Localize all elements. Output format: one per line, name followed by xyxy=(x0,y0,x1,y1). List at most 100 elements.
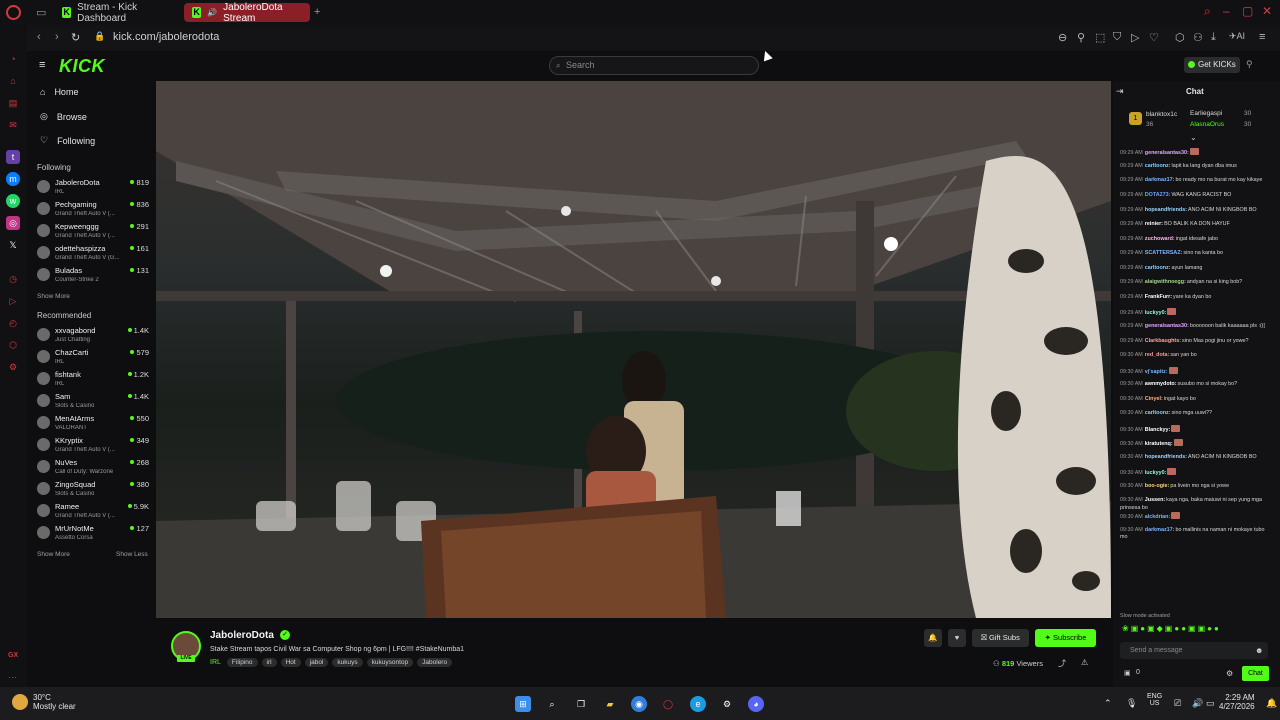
more-icon[interactable]: ··· xyxy=(8,672,17,682)
file-explorer-icon[interactable]: ▰ xyxy=(602,696,618,712)
tray-chevron-icon[interactable]: ⌃ xyxy=(1104,698,1112,709)
collapse-chat-icon[interactable]: ⇥ xyxy=(1116,86,1124,97)
chat-username[interactable]: Blanckyy: xyxy=(1145,427,1170,433)
play-icon[interactable]: ▷ xyxy=(1131,31,1139,44)
channel-item[interactable]: Ramee Grand Theft Auto V (... 5.9K xyxy=(37,502,149,522)
profile-avatar-icon[interactable]: ⚲ xyxy=(1246,59,1253,70)
heart-bookmark-icon[interactable]: ♡ xyxy=(1149,31,1159,44)
maximize-button[interactable]: ▢ xyxy=(1242,4,1253,18)
battery-icon[interactable]: ▭ xyxy=(1206,698,1215,709)
shield-icon[interactable]: ⛉ xyxy=(1113,31,1121,44)
profile-icon[interactable]: ⚇ xyxy=(1193,31,1203,44)
chat-username[interactable]: DOTA273: xyxy=(1145,192,1171,198)
notification-bell-button[interactable]: 🔔 xyxy=(924,629,942,647)
whatsapp-icon[interactable]: w xyxy=(6,194,20,208)
chat-username[interactable]: vj'sapitz: xyxy=(1145,369,1168,375)
snapshot-icon[interactable]: ⬚ xyxy=(1095,31,1105,44)
instagram-icon[interactable]: ◎ xyxy=(6,216,20,230)
speed-dial-icon[interactable]: ◔ xyxy=(6,52,20,66)
channel-item[interactable]: MenAtArms VALORANT 550 xyxy=(37,414,149,434)
gx-corner-icon[interactable]: ⌂ xyxy=(6,74,20,88)
channel-item[interactable]: NuVes Call of Duty: Warzone 268 xyxy=(37,458,149,478)
zoom-icon[interactable]: ⊖ xyxy=(1058,31,1067,44)
show-less-link[interactable]: Show Less xyxy=(116,551,148,558)
search-taskbar-icon[interactable]: ⌕ xyxy=(544,696,560,712)
menu-icon[interactable]: ≡ xyxy=(1259,31,1265,43)
task-view-icon[interactable]: ❐ xyxy=(573,696,589,712)
steam-icon[interactable]: ⚙ xyxy=(719,696,735,712)
url-field[interactable]: kick.com/jabolerodota xyxy=(113,31,219,43)
gift-subs-button[interactable]: ⛝ Gift Subs xyxy=(972,629,1029,647)
chat-username[interactable]: Clarkbaughts: xyxy=(1145,338,1181,344)
chat-username[interactable]: alckdrian: xyxy=(1145,514,1170,520)
discord-icon[interactable]: ◕ xyxy=(748,696,764,712)
weather-widget[interactable]: 30°C Mostly clear xyxy=(33,693,76,711)
chat-username[interactable]: reinier: xyxy=(1145,221,1163,227)
chat-username[interactable]: darkmaz17: xyxy=(1145,527,1175,533)
channel-item[interactable]: ZingoSquad Slots & Casino 380 xyxy=(37,480,149,500)
follow-heart-button[interactable]: ♥ xyxy=(948,629,966,647)
chat-username[interactable]: FrankFurr: xyxy=(1145,294,1172,300)
hamburger-menu-icon[interactable]: ≡ xyxy=(39,59,45,71)
channel-item[interactable]: Sam Slots & Casino 1.4K xyxy=(37,392,149,412)
minimize-button[interactable]: – xyxy=(1223,4,1230,18)
edge-icon[interactable]: e xyxy=(690,696,706,712)
back-button[interactable]: ‹ xyxy=(37,31,41,43)
forward-button[interactable]: › xyxy=(55,31,59,43)
tag-chip[interactable]: jabol xyxy=(304,658,329,667)
language-indicator[interactable]: ENG US xyxy=(1147,693,1162,707)
x-twitter-icon[interactable]: 𝕏 xyxy=(6,238,20,252)
chat-username[interactable]: carltoonz: xyxy=(1145,410,1171,416)
chat-username[interactable]: awnmydoto: xyxy=(1145,381,1177,387)
chat-message-input[interactable]: Send a message xyxy=(1120,642,1268,659)
new-tab-button[interactable]: + xyxy=(314,6,320,18)
chat-username[interactable]: hopeandfriends: xyxy=(1145,454,1187,460)
chat-username[interactable]: luckyy0: xyxy=(1145,310,1167,316)
network-icon[interactable]: ⎚ xyxy=(1174,698,1181,709)
start-button[interactable]: ⊞ xyxy=(515,696,531,712)
channel-item[interactable]: Pechgaming Grand Theft Auto V (... 836 xyxy=(37,200,149,220)
tab-kick-dashboard[interactable]: K Stream - Kick Dashboard xyxy=(54,2,178,24)
tag-chip[interactable]: Filipino xyxy=(226,658,258,667)
clock-icon[interactable]: ◴ xyxy=(6,316,20,330)
search-input[interactable]: ⌕ Search xyxy=(549,56,759,75)
category-link[interactable]: IRL xyxy=(210,659,221,666)
pin-icon[interactable]: ⚲ xyxy=(1077,31,1085,44)
search-tabs-icon[interactable]: ⌕ xyxy=(1204,4,1211,19)
player-icon[interactable]: ▷ xyxy=(6,294,20,308)
chat-username[interactable]: generalsantas30: xyxy=(1145,150,1189,156)
opera-gx-taskbar-icon[interactable]: ◯ xyxy=(660,696,676,712)
chat-send-button[interactable]: Chat xyxy=(1242,666,1269,681)
chat-username[interactable]: generalsantas30: xyxy=(1145,323,1189,329)
ai-icon[interactable]: ✈AI xyxy=(1229,31,1245,42)
channel-item[interactable]: odettehaspizza Grand Theft Auto V (G... 16… xyxy=(37,244,149,264)
volume-icon[interactable]: 🔊 xyxy=(1192,698,1203,709)
chat-username[interactable]: SCATTERSAZ: xyxy=(1145,250,1183,256)
share-icon[interactable]: ⤴ xyxy=(1058,658,1066,669)
extensions-icon[interactable]: ⬡ xyxy=(1175,31,1185,44)
chat-settings-icon[interactable]: ⚙ xyxy=(1226,669,1233,678)
channel-item[interactable]: MrUrNotMe Assetto Corsa 127 xyxy=(37,524,149,544)
chat-username[interactable]: carltoonz: xyxy=(1145,265,1171,271)
subscribe-button[interactable]: ✦ Subscribe xyxy=(1035,629,1096,647)
get-kicks-button[interactable]: Get KICKs xyxy=(1184,57,1240,73)
tag-chip[interactable]: irl xyxy=(261,658,277,667)
gx-control-icon[interactable]: GX xyxy=(8,652,18,659)
nav-following[interactable]: ♡ Following xyxy=(40,135,95,146)
extensions-sidebar-icon[interactable]: ⬡ xyxy=(6,338,20,352)
chat-username[interactable]: Jussen: xyxy=(1145,497,1165,503)
channel-item[interactable]: fishtank IRL 1.2K xyxy=(37,370,149,390)
emote-bar[interactable]: ❀▣●▣◆▣●●▣▣●● xyxy=(1122,624,1221,633)
channel-item[interactable]: ChazCarti IRL 579 xyxy=(37,348,149,368)
chat-username[interactable]: zuchoward: xyxy=(1145,236,1175,242)
chat-username[interactable]: darkmaz17: xyxy=(1145,177,1175,183)
messenger-icon[interactable]: m xyxy=(6,172,20,186)
close-window-button[interactable]: ✕ xyxy=(1262,4,1272,18)
chat-username[interactable]: luckyy0: xyxy=(1145,470,1167,476)
notifications-icon[interactable]: 🔔 xyxy=(1266,698,1277,709)
tag-chip[interactable]: kukuys xyxy=(332,658,363,667)
nav-browse[interactable]: ◎ Browse xyxy=(40,111,87,122)
channel-item[interactable]: Kepweenggg Grand Theft Auto V (... 291 xyxy=(37,222,149,242)
news-icon[interactable]: ▤ xyxy=(6,96,20,110)
expand-leaderboard-icon[interactable]: ⌄ xyxy=(1190,133,1197,142)
